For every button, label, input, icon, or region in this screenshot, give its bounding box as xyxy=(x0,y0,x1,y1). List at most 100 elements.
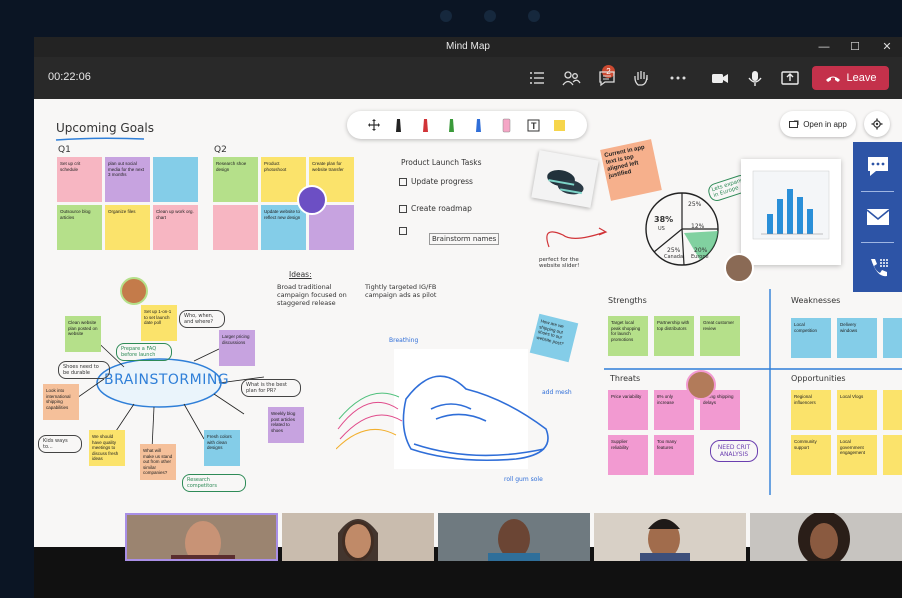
sticky-note[interactable]: Clean up work org. chart xyxy=(153,205,198,250)
text-tool-icon[interactable]: T xyxy=(527,119,540,132)
sketch-note: add mesh xyxy=(542,389,572,396)
participant-video-tile[interactable] xyxy=(438,513,590,561)
photo-caption: perfect for the website slider! xyxy=(539,257,580,269)
task-input[interactable]: Brainstorm names xyxy=(429,233,500,245)
sticky-note[interactable]: Partnership with top distributors xyxy=(654,316,694,356)
leave-label: Leave xyxy=(846,72,877,84)
sticky-note[interactable]: Larger pricing discussions xyxy=(219,330,255,366)
collaborator-avatar xyxy=(686,370,716,400)
sticky-note[interactable]: Price variability xyxy=(608,390,648,430)
sticky-note[interactable]: Supplier reliability xyxy=(608,435,648,475)
participant-video-tile[interactable] xyxy=(282,513,434,561)
sticky-note[interactable]: Local Vlogs xyxy=(837,390,877,430)
shoe-photo[interactable] xyxy=(531,150,599,208)
sticky-note[interactable]: Community support xyxy=(791,435,831,475)
blue-pen-icon[interactable] xyxy=(476,119,481,132)
more-icon[interactable] xyxy=(668,68,688,88)
leave-button[interactable]: Leave xyxy=(812,66,889,90)
share-icon[interactable] xyxy=(780,68,800,88)
svg-text:T: T xyxy=(531,121,537,131)
whiteboard-canvas[interactable]: T Open in app Upcoming Goals Q1 Q2 Set u… xyxy=(34,99,902,547)
open-in-app-button[interactable]: Open in app xyxy=(780,111,856,137)
raise-hand-icon[interactable] xyxy=(632,68,652,88)
swot-label: Threats xyxy=(610,374,641,383)
chat-button[interactable] xyxy=(853,142,902,190)
pie-sublabel: US xyxy=(658,226,665,232)
participant-video-tile[interactable] xyxy=(750,513,902,561)
sticky-note[interactable]: Regional influencers xyxy=(791,390,831,430)
task-checkbox[interactable] xyxy=(399,178,407,186)
sticky-note[interactable]: Outsource blog articles xyxy=(57,205,102,250)
brainstorm-bubble: Who, when, and where? xyxy=(179,310,225,328)
pie-label: 38% xyxy=(654,215,674,224)
brainstorm-title: BRAINSTORMING xyxy=(104,372,230,388)
sticky-note[interactable] xyxy=(883,390,902,430)
chat-icon[interactable] xyxy=(597,68,617,88)
mail-button[interactable] xyxy=(853,193,902,241)
sticky-note[interactable]: Great customer review xyxy=(700,316,740,356)
sticky-note[interactable]: What will make us stand out from other s… xyxy=(140,444,176,480)
green-pen-icon[interactable] xyxy=(449,119,454,132)
red-pen-icon[interactable] xyxy=(423,119,428,132)
chart-card[interactable] xyxy=(741,159,841,265)
sticky-note[interactable]: 8% only increase xyxy=(654,390,694,430)
background-dots xyxy=(440,10,550,24)
mic-icon[interactable] xyxy=(745,68,765,88)
sticky-note[interactable] xyxy=(153,157,198,202)
sticky-note[interactable]: Delivery windows xyxy=(837,318,877,358)
collaborator-avatar xyxy=(724,253,754,283)
sticky-note[interactable] xyxy=(883,435,902,475)
brainstorm-bubble: Prepare a FAQ before launch xyxy=(116,343,172,361)
pie-label: 25% xyxy=(688,201,702,208)
settings-button[interactable] xyxy=(864,111,890,137)
sticky-note[interactable] xyxy=(883,318,902,358)
task-checkbox[interactable] xyxy=(399,205,407,213)
call-timer: 00:22:06 xyxy=(48,71,91,83)
maximize-button[interactable]: ☐ xyxy=(840,37,870,57)
sticky-note[interactable] xyxy=(213,205,258,250)
highlighter-icon[interactable] xyxy=(502,118,511,133)
move-tool-icon[interactable] xyxy=(368,119,380,131)
upcoming-goals-title: Upcoming Goals xyxy=(56,121,154,135)
sticky-note[interactable]: Local competition xyxy=(791,318,831,358)
sticky-note[interactable]: Organize files xyxy=(105,205,150,250)
sticky-note[interactable]: Clean website plan posted on website xyxy=(65,316,101,352)
mail-icon xyxy=(865,209,890,225)
sticky-note[interactable]: Too many features xyxy=(654,435,694,475)
brainstorm-bubble: What is the best plan for PR? xyxy=(241,379,301,397)
phone-button[interactable] xyxy=(853,244,902,292)
pie-label: 25% xyxy=(667,247,681,254)
sticky-note-tool-icon[interactable] xyxy=(554,120,565,131)
list-icon[interactable] xyxy=(528,68,548,88)
sticky-note[interactable]: plan out social media for the next 3 mon… xyxy=(105,157,150,202)
sticky-note[interactable]: Update website to reflect new design xyxy=(261,205,306,250)
sticky-note[interactable]: Fresh colors with clean designs xyxy=(204,430,240,466)
participant-video-tile[interactable] xyxy=(594,513,746,561)
sticky-note[interactable]: Research shoe design xyxy=(213,157,258,202)
sketch-note: Breathing xyxy=(389,337,419,344)
camera-icon[interactable] xyxy=(710,68,730,88)
sketch-note: roll gum sole xyxy=(504,476,543,483)
brainstorm-bubble: Kids ways to... xyxy=(38,435,82,453)
sticky-note[interactable]: Look into international shipping capabil… xyxy=(43,384,79,420)
q1-label: Q1 xyxy=(58,145,71,155)
participants-icon[interactable] xyxy=(561,68,581,88)
phone-icon xyxy=(870,259,888,277)
black-pen-icon[interactable] xyxy=(396,119,401,132)
minimize-button[interactable]: — xyxy=(809,37,839,57)
sticky-note[interactable]: Set up crit schedule xyxy=(57,157,102,202)
participant-video-tile[interactable] xyxy=(125,513,278,561)
title-bar: Mind Map — ☐ ✕ xyxy=(34,37,902,57)
sticky-note[interactable]: Local government engagement xyxy=(837,435,877,475)
sticky-note[interactable]: We should have quality meetings to discu… xyxy=(89,430,125,466)
sticky-note[interactable]: Target local peak shopping for launch pr… xyxy=(608,316,648,356)
close-button[interactable]: ✕ xyxy=(872,37,902,57)
task-checkbox[interactable] xyxy=(399,227,407,235)
tasks-title: Product Launch Tasks xyxy=(401,158,482,167)
call-toolbar: 00:22:06 2 Leave xyxy=(34,57,902,99)
divider xyxy=(861,242,894,243)
sticky-note[interactable]: Weekly blog post articles related to sho… xyxy=(268,407,304,443)
shoe-sketch xyxy=(336,349,549,469)
sticky-note[interactable]: Set up 1-on-1 to set launch date poll xyxy=(141,305,177,341)
gear-icon xyxy=(871,118,883,130)
